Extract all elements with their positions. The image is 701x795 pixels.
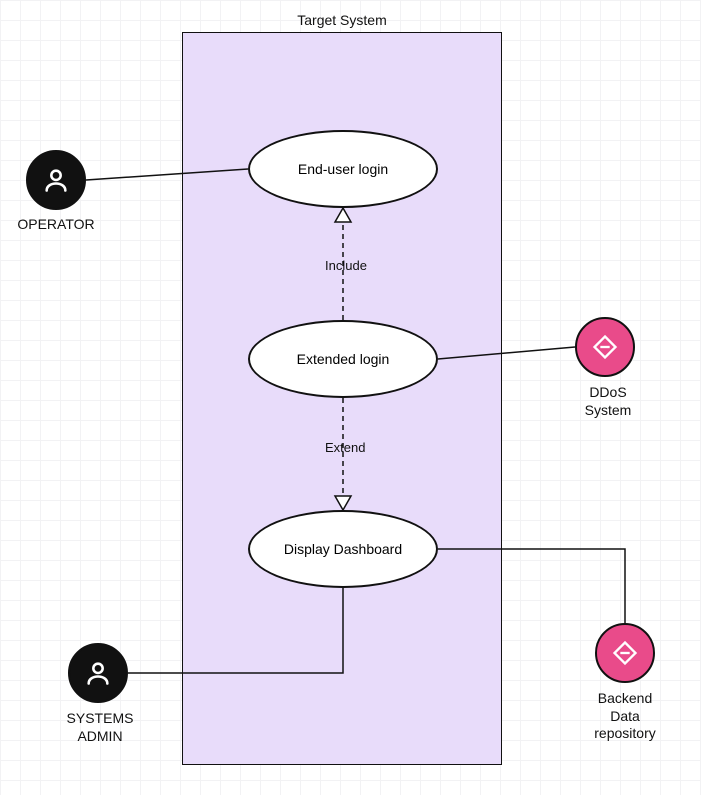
include-label: Include bbox=[325, 258, 367, 273]
usecase-label: Extended login bbox=[297, 351, 390, 367]
usecase-end-user-login[interactable]: End-user login bbox=[248, 130, 438, 208]
system-title: Target System bbox=[182, 12, 502, 28]
usecase-display-dashboard[interactable]: Display Dashboard bbox=[248, 510, 438, 588]
person-icon bbox=[84, 659, 112, 687]
actor-operator-label: OPERATOR bbox=[0, 216, 112, 234]
actor-backend-label: Backend Data repository bbox=[575, 690, 675, 743]
usecase-label: Display Dashboard bbox=[284, 541, 402, 557]
extend-label: Extend bbox=[325, 440, 365, 455]
usecase-label: End-user login bbox=[298, 161, 388, 177]
actor-systems-admin[interactable] bbox=[68, 643, 128, 703]
actor-ddos-system[interactable] bbox=[575, 317, 635, 377]
actor-backend-repo[interactable] bbox=[595, 623, 655, 683]
actor-systems-admin-label: SYSTEMS ADMIN bbox=[45, 710, 155, 745]
actor-ddos-label: DDoS System bbox=[558, 384, 658, 419]
actor-operator[interactable] bbox=[26, 150, 86, 210]
usecase-extended-login[interactable]: Extended login bbox=[248, 320, 438, 398]
person-icon bbox=[42, 166, 70, 194]
diamond-icon bbox=[591, 333, 619, 361]
diamond-icon bbox=[611, 639, 639, 667]
